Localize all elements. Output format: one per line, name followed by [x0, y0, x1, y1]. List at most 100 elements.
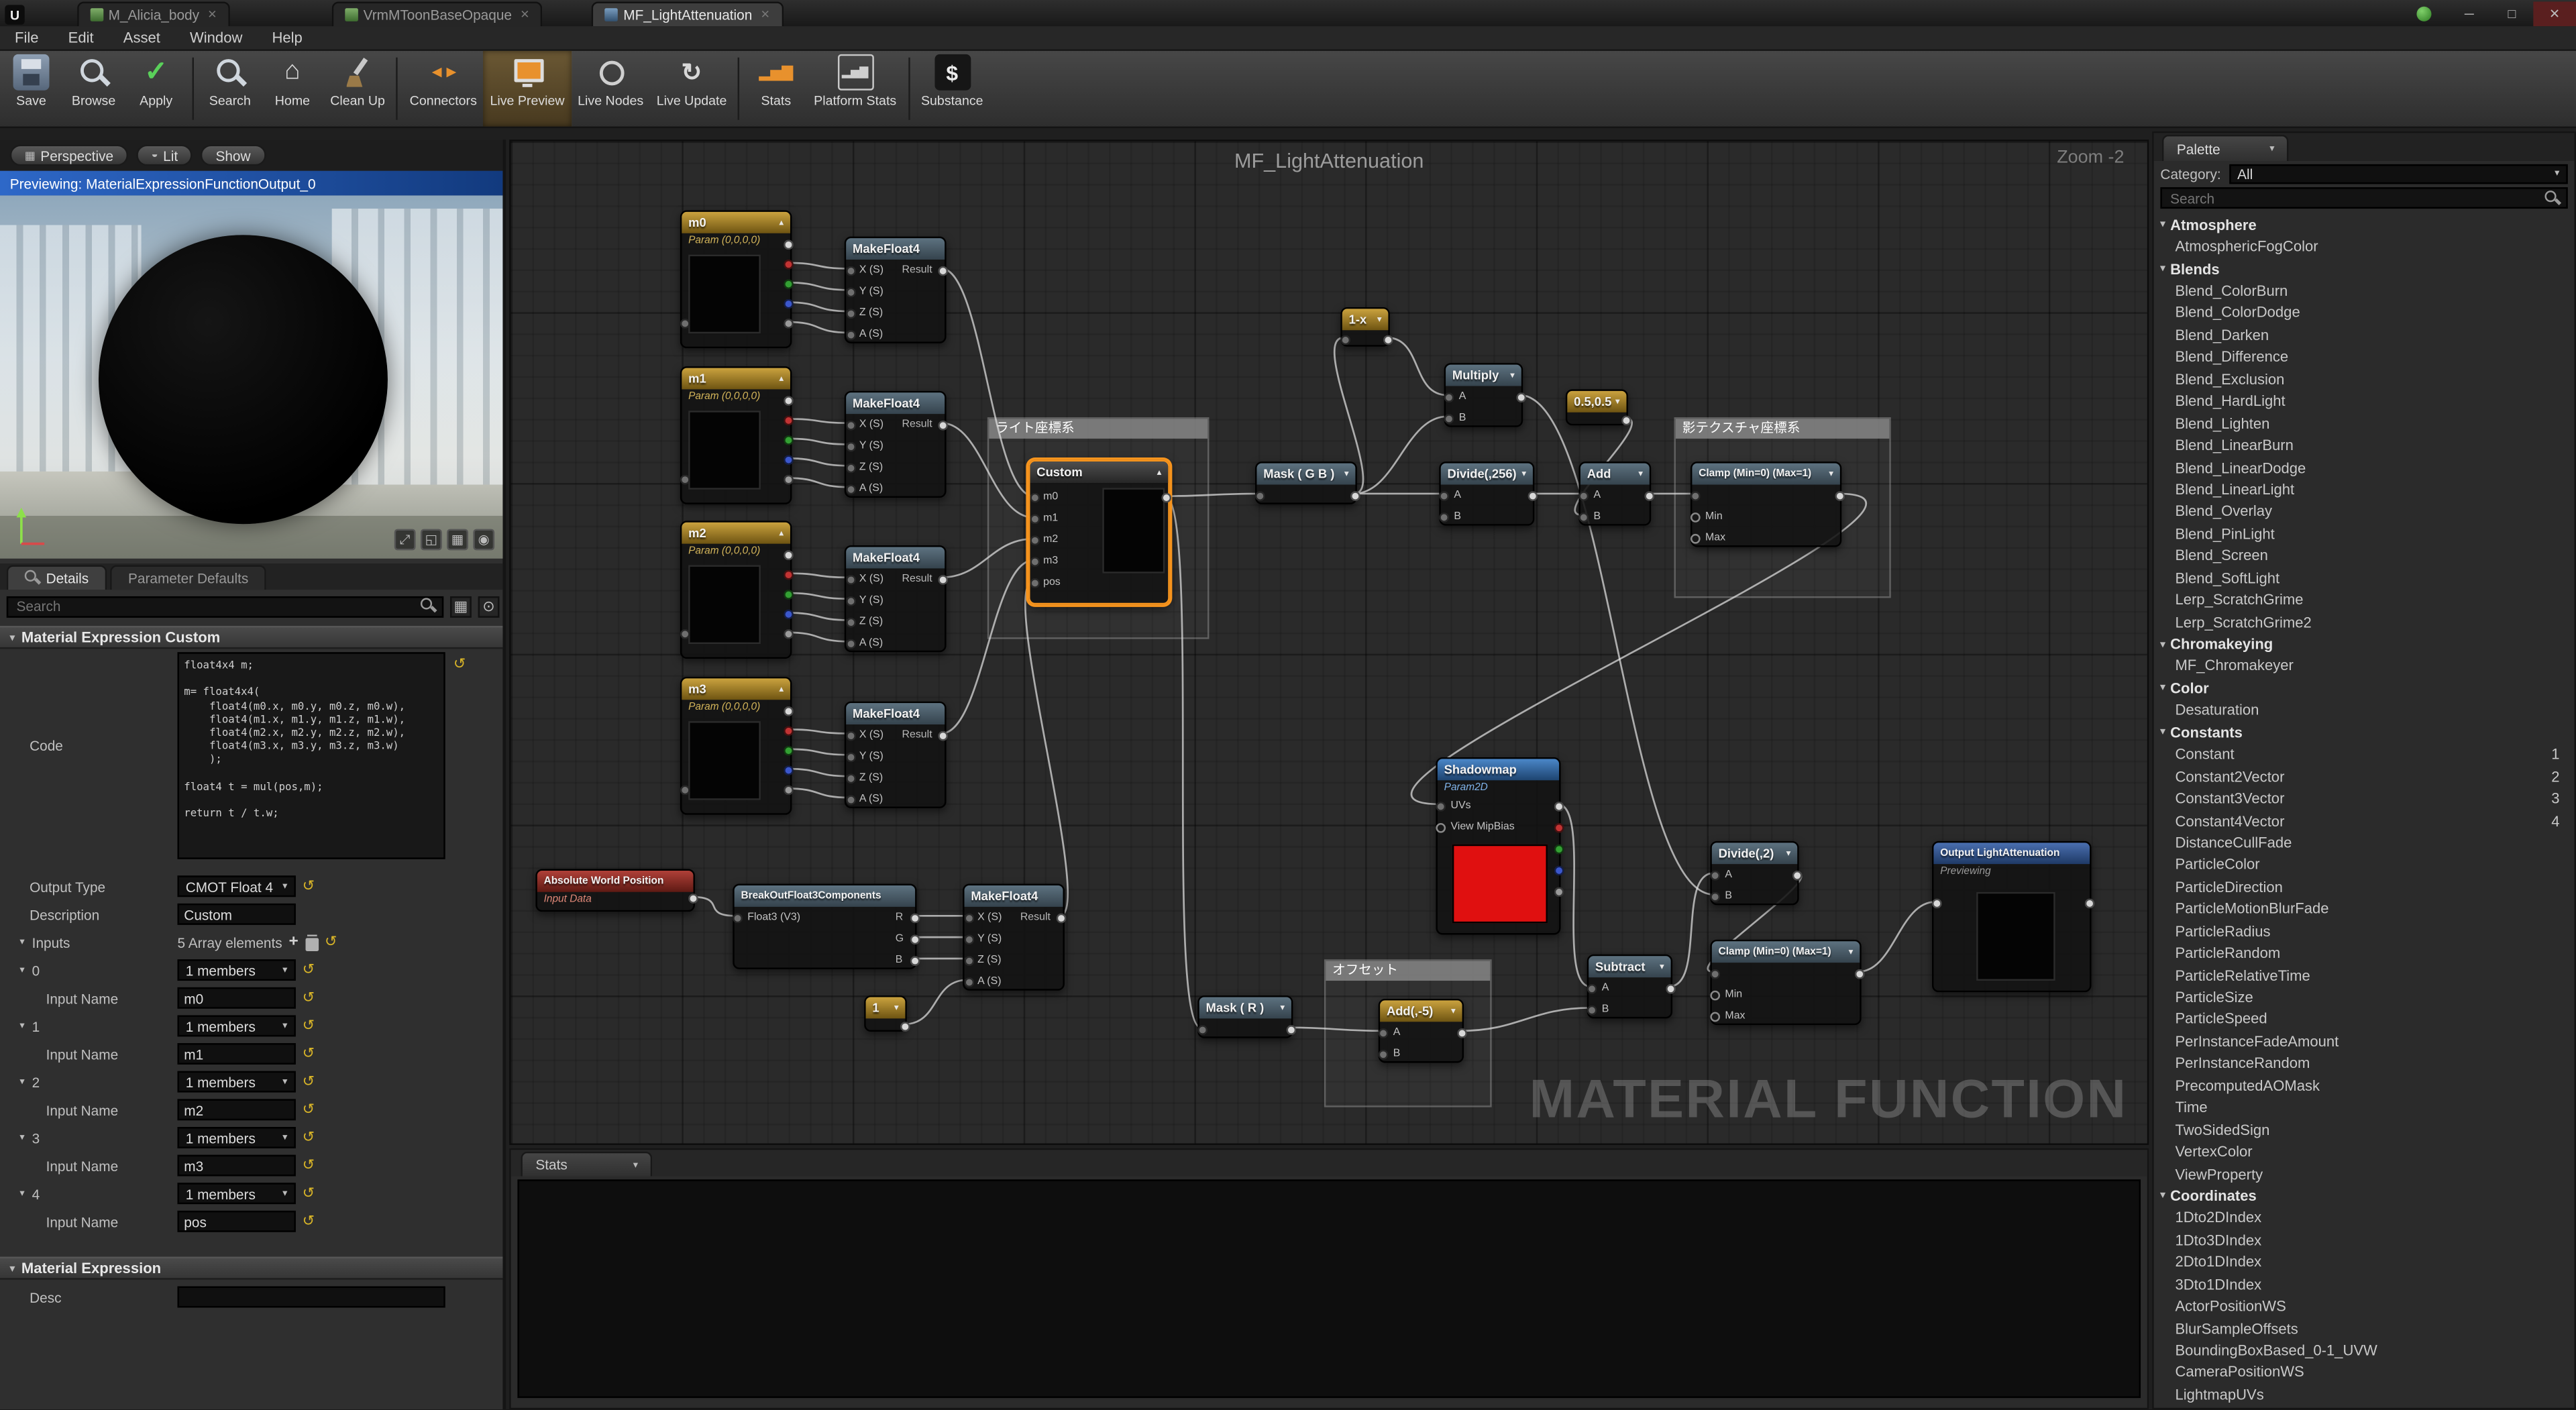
output-pin[interactable]: [900, 1021, 910, 1031]
description-input[interactable]: [177, 904, 295, 925]
palette-item-blend-lighten[interactable]: Blend_Lighten: [2154, 413, 2575, 435]
graph-node-m2[interactable]: m2▴Param (0,0,0,0): [680, 521, 792, 659]
input-pin[interactable]: [1710, 870, 1720, 880]
output-pin[interactable]: [1287, 1024, 1297, 1034]
reset-to-default-icon[interactable]: ↺: [303, 1156, 315, 1175]
input-pin[interactable]: [846, 308, 856, 318]
input-pin[interactable]: [846, 441, 856, 451]
viewport-tool-icon[interactable]: ⤢: [394, 529, 416, 551]
output-pin[interactable]: [938, 574, 948, 584]
palette-item-desaturation[interactable]: Desaturation: [2154, 699, 2575, 721]
palette-item-3dto1dindex[interactable]: 3Dto1DIndex: [2154, 1273, 2575, 1295]
reset-to-default-icon[interactable]: ↺: [303, 1101, 315, 1119]
input-pin[interactable]: [846, 730, 856, 741]
tab-parameter-defaults[interactable]: Parameter Defaults: [110, 565, 266, 590]
search-input[interactable]: [13, 596, 421, 616]
material-graph-canvas[interactable]: MF_LightAttenuation Zoom -2 ライト座標系 影テクスチ…: [509, 140, 2149, 1145]
inputs-header-row[interactable]: ▾ Inputs 5 Array elements + ↺: [0, 928, 502, 957]
input-name-field[interactable]: [177, 1155, 295, 1177]
collapse-arrow-icon[interactable]: ▾: [1638, 469, 1643, 479]
output-pin[interactable]: [938, 266, 948, 276]
palette-item-2dto1dindex[interactable]: 2Dto1DIndex: [2154, 1251, 2575, 1273]
members-dropdown[interactable]: 1 members▾: [177, 1071, 295, 1093]
input-pin[interactable]: [1439, 490, 1449, 500]
tab-close-icon[interactable]: ✕: [761, 8, 770, 21]
graph-node-mask_r[interactable]: Mask ( R )▾: [1197, 995, 1293, 1038]
palette-item-blend-hardlight[interactable]: Blend_HardLight: [2154, 390, 2575, 413]
collapse-arrow-icon[interactable]: ▾: [1451, 1006, 1456, 1016]
reset-to-default-icon[interactable]: ↺: [303, 877, 315, 896]
input-pin[interactable]: [846, 773, 856, 783]
palette-item-1dto3dindex[interactable]: 1Dto3DIndex: [2154, 1229, 2575, 1251]
palette-item-blend-linearburn[interactable]: Blend_LinearBurn: [2154, 434, 2575, 456]
output-pin[interactable]: [1835, 490, 1845, 500]
tab-close-icon[interactable]: ✕: [520, 8, 529, 21]
output-pin[interactable]: [784, 590, 794, 600]
output-pin[interactable]: [784, 765, 794, 775]
source-control-status-icon[interactable]: [2416, 6, 2431, 21]
graph-node-subtract[interactable]: Subtract▾AB: [1587, 955, 1672, 1019]
toolbar-button-browse[interactable]: Browse: [62, 51, 125, 127]
output-pin[interactable]: [1554, 822, 1564, 832]
category-dropdown[interactable]: All ▾: [2229, 164, 2568, 183]
palette-item-blend-colorburn[interactable]: Blend_ColorBurn: [2154, 280, 2575, 302]
collapse-arrow-icon[interactable]: ▾: [894, 1003, 899, 1013]
palette-item-particleradius[interactable]: ParticleRadius: [2154, 920, 2575, 942]
output-pin[interactable]: [1554, 844, 1564, 854]
graph-node-custom[interactable]: Custom▴m0m1m2m3pos: [1028, 460, 1170, 605]
output-pin[interactable]: [784, 785, 794, 796]
palette-category-color[interactable]: ▾Color: [2154, 677, 2575, 699]
input-pin[interactable]: [1932, 899, 1942, 909]
output-pin[interactable]: [784, 629, 794, 639]
output-pin[interactable]: [1644, 490, 1654, 500]
viewport-tool-icon[interactable]: ▦: [447, 529, 468, 551]
palette-item-atmosphericfogcolor[interactable]: AtmosphericFogColor: [2154, 235, 2575, 258]
toolbar-button-live-preview[interactable]: Live Preview: [484, 51, 572, 127]
output-pin[interactable]: [784, 726, 794, 736]
output-pin[interactable]: [784, 455, 794, 465]
input-pin[interactable]: [846, 484, 856, 494]
palette-item-mf-chromakeyer[interactable]: MF_Chromakeyer: [2154, 655, 2575, 677]
graph-node-m3[interactable]: m3▴Param (0,0,0,0): [680, 677, 792, 815]
palette-item-blend-overlay[interactable]: Blend_Overlay: [2154, 500, 2575, 523]
collapse-arrow-icon[interactable]: ▾: [1280, 1003, 1285, 1013]
input-pin[interactable]: [1578, 490, 1589, 500]
graph-node-makefloat4[interactable]: MakeFloat4X (S)Y (S)Z (S)A (S)Result: [845, 702, 947, 808]
input-pin[interactable]: [1710, 969, 1720, 979]
output-pin[interactable]: [1554, 865, 1564, 875]
graph-node-divide256[interactable]: Divide(,256)▾AB: [1439, 462, 1534, 526]
graph-node-constant2vector[interactable]: 0.5,0.5▾: [1566, 389, 1628, 425]
visibility-filter-icon[interactable]: ⊙: [478, 596, 500, 617]
output-type-dropdown[interactable]: CMOT Float 4▾: [177, 875, 295, 897]
graph-node-makefloat4[interactable]: MakeFloat4X (S)Y (S)Z (S)A (S)Result: [845, 391, 947, 498]
output-pin[interactable]: [938, 420, 948, 430]
toolbar-button-live-update[interactable]: Live Update: [650, 51, 733, 127]
palette-item-particlemotionblurfade[interactable]: ParticleMotionBlurFade: [2154, 898, 2575, 920]
input-pin[interactable]: [1340, 334, 1350, 344]
output-pin[interactable]: [1161, 493, 1171, 503]
menu-asset[interactable]: Asset: [109, 30, 175, 46]
palette-item-vertexcolor[interactable]: VertexColor: [2154, 1141, 2575, 1163]
output-pin[interactable]: [1554, 886, 1564, 896]
input-index-row-2[interactable]: ▾ 21 members▾↺: [0, 1068, 502, 1096]
collapse-arrow-icon[interactable]: ▾: [1615, 396, 1620, 406]
palette-item-blend-colordodge[interactable]: Blend_ColorDodge: [2154, 302, 2575, 324]
collapse-arrow-icon[interactable]: ▾: [1377, 315, 1382, 325]
graph-node-multiply[interactable]: Multiply▾AB: [1444, 363, 1523, 427]
input-index-row-3[interactable]: ▾ 31 members▾↺: [0, 1124, 502, 1152]
input-pin[interactable]: [1444, 413, 1454, 423]
palette-item-actorpositionws[interactable]: ActorPositionWS: [2154, 1295, 2575, 1317]
menu-edit[interactable]: Edit: [54, 30, 109, 46]
input-pin[interactable]: [680, 475, 690, 485]
palette-item-blend-darken[interactable]: Blend_Darken: [2154, 324, 2575, 346]
collapse-arrow-icon[interactable]: ▴: [779, 217, 784, 227]
input-pin[interactable]: [965, 977, 975, 987]
input-pin[interactable]: [1690, 490, 1701, 500]
palette-item-constant3vector[interactable]: Constant3Vector3: [2154, 788, 2575, 810]
input-pin[interactable]: [1710, 1011, 1720, 1021]
output-pin[interactable]: [784, 435, 794, 445]
viewport-tool-icon[interactable]: ◱: [421, 529, 442, 551]
input-pin[interactable]: [1379, 1049, 1389, 1059]
tab-close-icon[interactable]: ✕: [207, 8, 217, 21]
input-pin[interactable]: [1379, 1028, 1389, 1038]
